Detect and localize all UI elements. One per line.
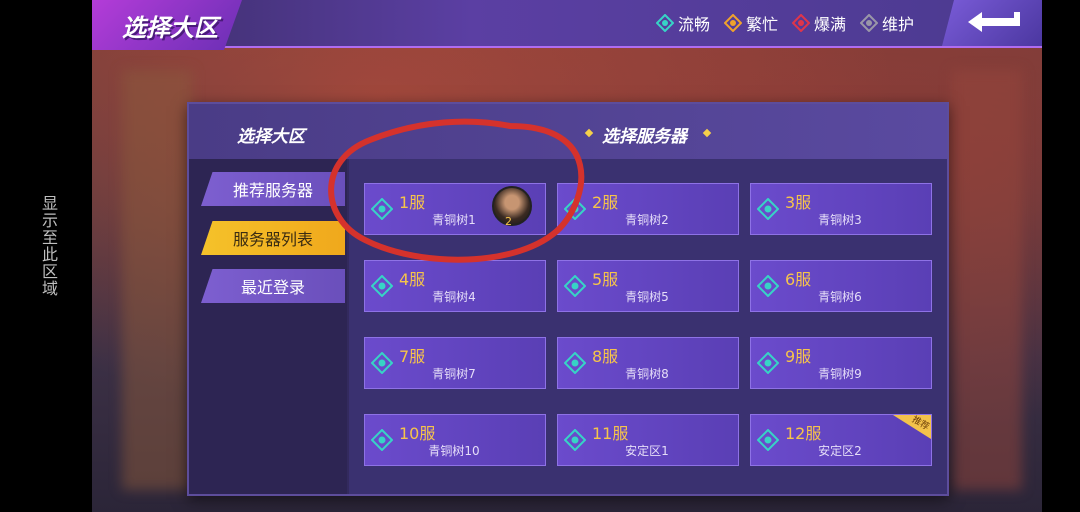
avatar-level: 2 — [505, 215, 512, 228]
back-arrow-icon — [968, 12, 1020, 32]
status-pin-icon — [791, 14, 810, 32]
server-card-10[interactable]: 10服 青铜树10 — [364, 414, 546, 466]
server-card-8[interactable]: 8服 青铜树8 — [557, 337, 739, 389]
server-name: 5服 — [592, 270, 619, 289]
server-heading: 选择服务器 — [602, 127, 687, 147]
status-smooth-icon — [757, 429, 779, 451]
server-subname: 安定区1 — [625, 444, 669, 458]
server-card-3[interactable]: 3服 青铜树3 — [750, 183, 932, 235]
legend-label: 流畅 — [677, 15, 710, 34]
server-name: 6服 — [785, 270, 812, 289]
server-card-2[interactable]: 2服 青铜树2 — [557, 183, 739, 235]
legend-label: 繁忙 — [745, 15, 778, 34]
player-avatar — [492, 186, 532, 226]
background-blur-left — [122, 70, 192, 490]
legend-label: 爆满 — [813, 15, 846, 34]
server-name: 3服 — [785, 193, 812, 212]
status-smooth-icon — [757, 352, 779, 374]
server-subname: 青铜树4 — [432, 290, 476, 304]
status-smooth-icon — [371, 352, 393, 374]
title-tab: 选择大区 — [92, 0, 242, 50]
side-note: 显示至此区域 — [39, 195, 58, 297]
status-smooth-icon — [564, 429, 586, 451]
status-smooth-icon — [757, 275, 779, 297]
status-smooth-icon — [564, 352, 586, 374]
tabs-column: 推荐服务器 服务器列表 最近登录 — [189, 159, 347, 494]
server-subname: 安定区2 — [818, 444, 862, 458]
server-card-11[interactable]: 11服 安定区1 — [557, 414, 739, 466]
server-name: 1服 — [399, 193, 426, 212]
server-name: 10服 — [399, 424, 436, 443]
server-name: 4服 — [399, 270, 426, 289]
tab-label: 最近登录 — [240, 278, 305, 297]
status-smooth-icon — [371, 198, 393, 220]
server-card-7[interactable]: 7服 青铜树7 — [364, 337, 546, 389]
diamond-right-icon — [702, 128, 712, 138]
server-name: 8服 — [592, 347, 619, 366]
tab-label: 服务器列表 — [232, 230, 313, 249]
game-scene: 选择大区 流畅 繁忙 爆满 维护 选择大区 选择服务器 推荐服务器 服务器列表 … — [92, 0, 1042, 512]
server-card-1[interactable]: 1服 青铜树1 2 — [364, 183, 546, 235]
tab-server-list[interactable]: 服务器列表 — [201, 221, 345, 255]
server-subname: 青铜树8 — [625, 367, 669, 381]
server-name: 11服 — [592, 424, 629, 443]
status-smooth-icon — [564, 198, 586, 220]
server-name: 2服 — [592, 193, 619, 212]
server-subname: 青铜树3 — [818, 213, 862, 227]
tab-recent-login[interactable]: 最近登录 — [201, 269, 345, 303]
diamond-left-icon — [584, 128, 594, 138]
server-card-4[interactable]: 4服 青铜树4 — [364, 260, 546, 312]
status-legend: 流畅 繁忙 爆满 维护 — [655, 11, 914, 35]
server-card-9[interactable]: 9服 青铜树9 — [750, 337, 932, 389]
server-card-5[interactable]: 5服 青铜树5 — [557, 260, 739, 312]
panel-header: 选择大区 选择服务器 — [189, 104, 947, 159]
legend-maintenance: 维护 — [859, 11, 914, 35]
legend-busy: 繁忙 — [723, 11, 778, 35]
server-subname: 青铜树10 — [428, 444, 480, 458]
server-grid: 1服 青铜树1 2 2服 青铜树2 3服 青铜树3 4服 青铜树4 5服 青铜树… — [349, 159, 947, 494]
background-blur-right — [952, 70, 1022, 490]
server-select-panel: 选择大区 选择服务器 推荐服务器 服务器列表 最近登录 1服 青铜树1 2 2服… — [187, 102, 949, 496]
status-pin-icon — [655, 14, 674, 32]
back-button[interactable] — [942, 0, 1042, 46]
page-title: 选择大区 — [122, 14, 218, 42]
server-subname: 青铜树5 — [625, 290, 669, 304]
server-subname: 青铜树2 — [625, 213, 669, 227]
server-card-12[interactable]: 12服 安定区2 推荐 — [750, 414, 932, 466]
top-bar: 选择大区 流畅 繁忙 爆满 维护 — [92, 0, 1042, 50]
server-subname: 青铜树6 — [818, 290, 862, 304]
status-smooth-icon — [757, 198, 779, 220]
legend-full: 爆满 — [791, 11, 846, 35]
server-subname: 青铜树7 — [432, 367, 476, 381]
status-pin-icon — [859, 14, 878, 32]
legend-smooth: 流畅 — [655, 11, 710, 35]
legend-label: 维护 — [881, 15, 914, 34]
server-card-6[interactable]: 6服 青铜树6 — [750, 260, 932, 312]
panel-title: 选择大区 — [237, 127, 305, 147]
screen-right-bar — [1042, 0, 1080, 512]
status-pin-icon — [723, 14, 742, 32]
server-name: 12服 — [785, 424, 822, 443]
status-smooth-icon — [371, 275, 393, 297]
server-name: 9服 — [785, 347, 812, 366]
server-name: 7服 — [399, 347, 426, 366]
tab-recommended-servers[interactable]: 推荐服务器 — [201, 172, 345, 206]
screen-left-bar: 显示至此区域 — [0, 0, 92, 512]
server-subname: 青铜树9 — [818, 367, 862, 381]
status-smooth-icon — [564, 275, 586, 297]
tab-label: 推荐服务器 — [232, 181, 313, 200]
status-smooth-icon — [371, 429, 393, 451]
